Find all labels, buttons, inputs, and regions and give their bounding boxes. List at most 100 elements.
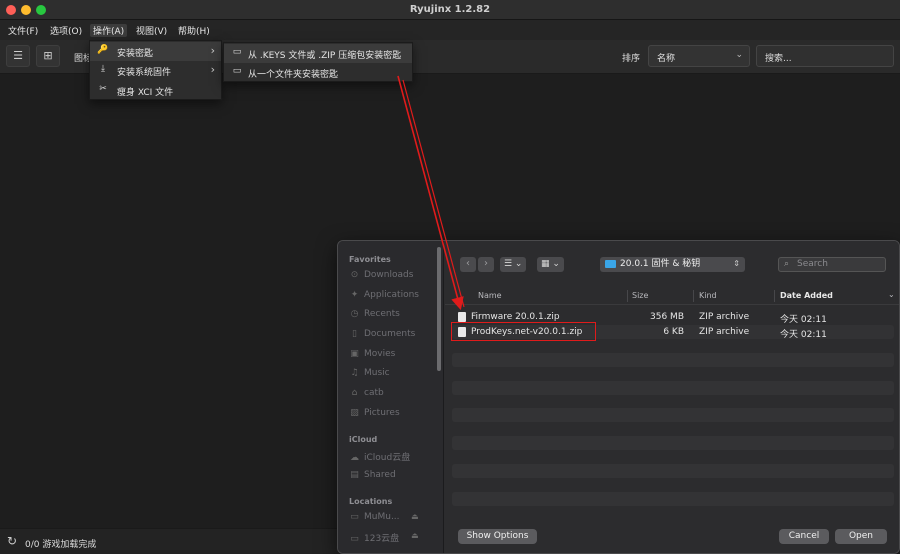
home-icon: ⌂ <box>351 388 358 398</box>
column-divider[interactable] <box>627 290 628 302</box>
chevron-down-icon: ⌄ <box>735 50 743 60</box>
sidebar-label: Recents <box>364 309 400 319</box>
sidebar-label: Music <box>364 368 390 378</box>
sidebar-item-mumu[interactable]: ▭ MuMu... ⏏ <box>349 512 418 526</box>
submenu-item-from-file[interactable]: ▭ 从 .KEYS 文件或 .ZIP 压缩包安装密匙 <box>224 44 412 63</box>
column-kind[interactable]: Kind <box>699 291 717 300</box>
menu-item-label: 瘦身 XCI 文件 <box>117 88 174 98</box>
open-button[interactable]: Open <box>835 529 887 544</box>
eject-icon[interactable]: ⏏ <box>411 531 419 540</box>
sidebar-item-shared[interactable]: ▤ Shared <box>349 470 396 484</box>
column-name[interactable]: Name <box>478 291 502 300</box>
sidebar-item-pictures[interactable]: ▨ Pictures <box>349 408 399 422</box>
column-header: Name Size Kind Date Added ⌄ <box>445 287 899 305</box>
grid-view-button[interactable]: ⊞ <box>36 45 60 67</box>
forward-button[interactable]: › <box>478 257 494 272</box>
empty-row <box>452 492 894 506</box>
shared-folder-icon: ▤ <box>350 470 359 480</box>
status-text: 0/0 游戏加载完成 <box>25 540 97 550</box>
sidebar-item-downloads[interactable]: ⊙ Downloads <box>349 270 414 284</box>
sidebar-label: catb <box>364 388 384 398</box>
sidebar-label: MuMu... <box>364 512 400 522</box>
list-view-button[interactable]: ☰ <box>6 45 30 67</box>
menu-help[interactable]: 帮助(H) <box>175 24 213 37</box>
empty-row <box>452 381 894 395</box>
refresh-icon[interactable]: ↻ <box>7 534 17 548</box>
menu-file[interactable]: 文件(F) <box>5 24 41 37</box>
scissors-icon: ✂ <box>99 84 107 94</box>
clock-icon: ◷ <box>350 309 359 319</box>
folder-icon <box>605 260 616 268</box>
submenu-item-from-folder[interactable]: ▭ 从一个文件夹安装密匙 <box>224 63 412 82</box>
menu-view[interactable]: 视图(V) <box>133 24 170 37</box>
menu-bar: 文件(F) 选项(O) 操作(A) 视图(V) 帮助(H) <box>0 20 900 40</box>
menu-item-install-firmware[interactable]: ⤓ 安装系统固件 › <box>90 61 221 80</box>
location-popup[interactable]: 20.0.1 固件 & 秘钥 ⇕ <box>600 257 745 272</box>
chevron-right-icon: › <box>210 63 215 76</box>
show-options-button[interactable]: Show Options <box>458 529 537 544</box>
download-icon: ⊙ <box>350 270 359 280</box>
cancel-button[interactable]: Cancel <box>779 529 829 544</box>
empty-row <box>452 408 894 422</box>
file-open-dialog: Favorites ⊙ Downloads ✦ Applications ◷ Rece… <box>337 240 900 554</box>
sidebar-item-catb[interactable]: ⌂ catb <box>349 388 384 402</box>
chevron-down-icon: ⌄ <box>888 290 895 299</box>
annotation-highlight-box <box>451 322 596 341</box>
file-date: 今天 02:11 <box>780 330 827 340</box>
sidebar-item-123pan[interactable]: ▭ 123云盘 ⏏ <box>349 531 418 545</box>
sidebar-item-movies[interactable]: ▣ Movies <box>349 349 395 363</box>
cloud-icon: ☁ <box>350 453 359 463</box>
disk-icon: ▭ <box>350 534 359 544</box>
favorites-header: Favorites <box>349 255 391 264</box>
sidebar-item-applications[interactable]: ✦ Applications <box>349 290 419 304</box>
window-title: Ryujinx 1.2.82 <box>409 4 491 15</box>
disk-icon: ▭ <box>350 512 359 522</box>
menu-item-install-keys[interactable]: 🔑 安装密匙 › <box>90 42 221 61</box>
grid-icon: ⊞ <box>43 49 53 62</box>
menu-actions[interactable]: 操作(A) <box>90 24 128 37</box>
grid-view-toggle[interactable]: ▦ ⌄ <box>537 257 564 272</box>
sort-label: 排序 <box>622 54 641 64</box>
chevron-right-icon: › <box>484 258 488 269</box>
dialog-search-input[interactable]: ⌕ Search <box>778 257 886 272</box>
applications-icon: ✦ <box>350 290 359 300</box>
back-button[interactable]: ‹ <box>460 257 476 272</box>
search-input[interactable]: 搜索... <box>756 45 894 67</box>
list-view-toggle[interactable]: ☰ ⌄ <box>500 257 527 272</box>
list-icon: ☰ ⌄ <box>504 259 523 269</box>
sort-select[interactable]: 名称 ⌄ <box>648 45 750 67</box>
file-size: 6 KB <box>663 327 684 337</box>
column-size[interactable]: Size <box>632 291 648 300</box>
folder-icon: ▭ <box>232 66 242 76</box>
menu-item-trim-xci[interactable]: ✂ 瘦身 XCI 文件 <box>90 81 221 100</box>
sidebar-label: Shared <box>364 470 396 480</box>
music-icon: ♫ <box>350 368 359 378</box>
sidebar-label: iCloud云盘 <box>364 453 411 463</box>
updown-chevron-icon: ⇕ <box>733 259 740 268</box>
zip-file-icon <box>458 312 466 322</box>
sidebar-label: Downloads <box>364 270 414 280</box>
sidebar-scrollbar[interactable] <box>437 247 441 371</box>
sidebar-item-documents[interactable]: ▯ Documents <box>349 329 415 343</box>
install-keys-submenu: ▭ 从 .KEYS 文件或 .ZIP 压缩包安装密匙 ▭ 从一个文件夹安装密匙 <box>223 42 413 82</box>
search-icon: ⌕ <box>784 259 790 269</box>
icloud-header: iCloud <box>349 435 378 444</box>
file-icon: ▭ <box>232 47 242 57</box>
locations-header: Locations <box>349 497 393 506</box>
column-date-added[interactable]: Date Added <box>780 291 833 300</box>
column-divider[interactable] <box>774 290 775 302</box>
sidebar-item-music[interactable]: ♫ Music <box>349 368 390 382</box>
sidebar-item-recents[interactable]: ◷ Recents <box>349 309 400 323</box>
actions-menu: 🔑 安装密匙 › ⤓ 安装系统固件 › ✂ 瘦身 XCI 文件 <box>89 40 222 100</box>
empty-row <box>452 436 894 450</box>
menu-options[interactable]: 选项(O) <box>47 24 85 37</box>
file-date: 今天 02:11 <box>780 315 827 325</box>
menu-item-label: 安装密匙 <box>117 49 154 59</box>
column-divider[interactable] <box>693 290 694 302</box>
eject-icon[interactable]: ⏏ <box>411 512 419 521</box>
search-placeholder: Search <box>797 259 828 269</box>
file-name: Firmware 20.0.1.zip <box>471 312 560 322</box>
sidebar-label: Applications <box>364 290 419 300</box>
sidebar-item-icloud-drive[interactable]: ☁ iCloud云盘 <box>349 450 410 464</box>
file-kind: ZIP archive <box>699 312 750 322</box>
